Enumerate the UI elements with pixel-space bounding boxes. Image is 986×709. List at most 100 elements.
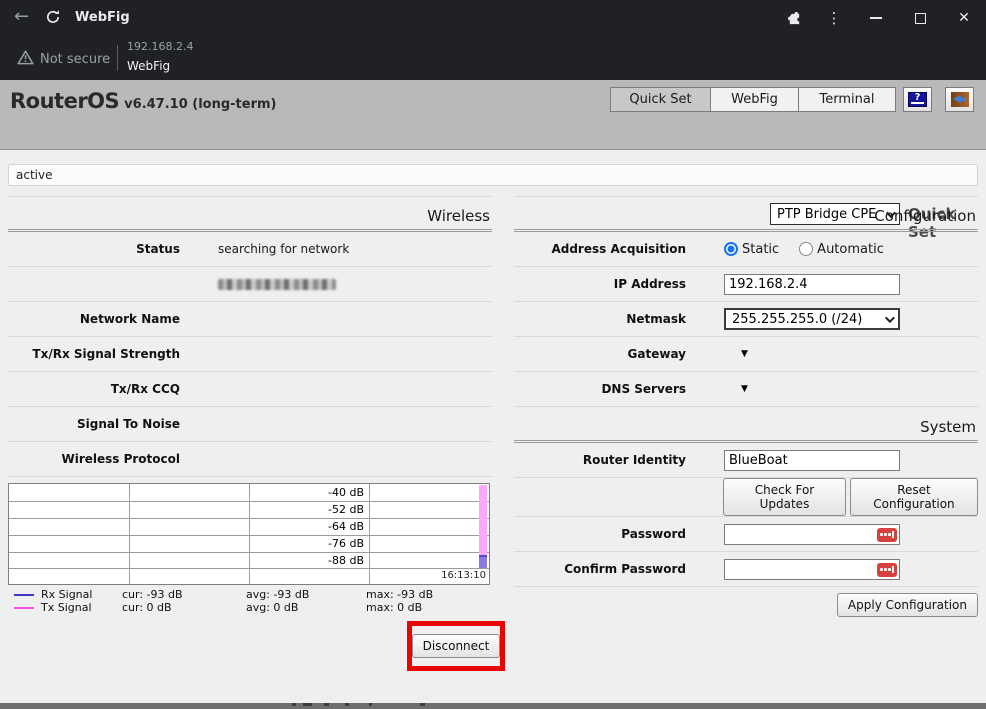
cutoff-footer-bar bbox=[0, 703, 986, 709]
signal-to-noise-label: Signal To Noise bbox=[8, 417, 180, 431]
tx-max: max: 0 dB bbox=[366, 601, 422, 614]
browser-chrome: ← WebFig ⋮ ✕ N bbox=[0, 0, 986, 80]
radio-option-static[interactable]: Static bbox=[724, 242, 779, 257]
status-label: Status bbox=[8, 242, 180, 256]
router-identity-row: Router Identity bbox=[514, 443, 978, 478]
radio-static[interactable] bbox=[724, 242, 738, 256]
time-axis-label: 16:13:10 bbox=[441, 570, 486, 581]
y-tick: -64 dB bbox=[328, 518, 364, 535]
disconnect-button[interactable]: Disconnect bbox=[412, 634, 501, 658]
rx-line-swatch bbox=[14, 594, 34, 596]
tab-webfig[interactable]: WebFig bbox=[710, 87, 799, 112]
signal-strength-chart: -40 dB -52 dB -64 dB -76 dB -88 dB 16:13… bbox=[8, 483, 490, 585]
password-input[interactable] bbox=[725, 525, 899, 544]
address-acquisition-label: Address Acquisition bbox=[514, 242, 686, 256]
dns-servers-label: DNS Servers bbox=[514, 382, 686, 396]
disconnect-area: Disconnect bbox=[8, 614, 492, 670]
brand-name: RouterOS bbox=[10, 89, 119, 113]
chevron-down-icon bbox=[885, 313, 895, 323]
signal-to-noise-row: Signal To Noise bbox=[8, 407, 492, 442]
status-value: searching for network bbox=[218, 242, 349, 256]
wireless-panel: Wireless Status searching for network Ne… bbox=[8, 196, 492, 670]
logout-button[interactable] bbox=[945, 87, 974, 112]
brand: RouterOSv6.47.10 (long-term) bbox=[10, 89, 277, 113]
router-identity-input[interactable] bbox=[724, 450, 900, 471]
configuration-panel: Configuration Address Acquisition Static… bbox=[514, 196, 978, 670]
password-manager-icon[interactable] bbox=[877, 563, 897, 577]
close-button[interactable]: ✕ bbox=[942, 0, 986, 36]
routeros-header: RouterOSv6.47.10 (long-term) Quick Set W… bbox=[0, 80, 986, 150]
expand-triangle-icon[interactable]: ▼ bbox=[741, 349, 748, 359]
radio-automatic[interactable] bbox=[799, 242, 813, 256]
wireless-protocol-label: Wireless Protocol bbox=[8, 452, 180, 466]
rx-series-name: Rx Signal bbox=[41, 588, 92, 601]
radio-automatic-label: Automatic bbox=[817, 242, 884, 257]
legend-row-rx: Rx Signal cur: -93 dB avg: -93 dB max: -… bbox=[8, 588, 492, 601]
axis-line bbox=[9, 568, 489, 569]
chart-legend: Rx Signal cur: -93 dB avg: -93 dB max: -… bbox=[8, 588, 492, 614]
help-button[interactable]: ? bbox=[903, 87, 932, 112]
grid-line bbox=[9, 501, 489, 502]
maximize-button[interactable] bbox=[898, 0, 942, 36]
dns-servers-row: DNS Servers ▼ bbox=[514, 372, 978, 407]
address-acquisition-row: Address Acquisition Static Automatic bbox=[514, 232, 978, 267]
redacted-value bbox=[218, 279, 336, 290]
network-name-label: Network Name bbox=[8, 312, 180, 326]
tab-quick-set[interactable]: Quick Set bbox=[610, 87, 711, 112]
netmask-select[interactable]: 255.255.255.0 (/24) bbox=[724, 308, 900, 330]
gateway-label: Gateway bbox=[514, 347, 686, 361]
radio-static-label: Static bbox=[742, 242, 779, 257]
security-status[interactable]: Not secure bbox=[40, 52, 110, 67]
confirm-password-input[interactable] bbox=[725, 560, 899, 579]
tx-cur: cur: 0 dB bbox=[122, 601, 246, 614]
menu-icon[interactable]: ⋮ bbox=[814, 0, 854, 36]
apply-configuration-button[interactable]: Apply Configuration bbox=[837, 593, 978, 617]
ip-address-label: IP Address bbox=[514, 277, 686, 291]
tab-terminal[interactable]: Terminal bbox=[798, 87, 896, 112]
tx-series-name: Tx Signal bbox=[41, 601, 92, 614]
ip-address-input[interactable] bbox=[724, 274, 900, 295]
view-tabs: Quick Set WebFig Terminal bbox=[611, 87, 896, 112]
grid-line bbox=[369, 484, 370, 584]
password-row: Password bbox=[514, 517, 978, 552]
wireless-section-title: Wireless bbox=[8, 196, 492, 232]
extensions-icon[interactable] bbox=[774, 0, 814, 36]
divider bbox=[117, 45, 118, 71]
refresh-icon[interactable] bbox=[45, 9, 61, 29]
radio-option-automatic[interactable]: Automatic bbox=[799, 242, 884, 257]
signal-strength-label: Tx/Rx Signal Strength bbox=[8, 347, 180, 361]
ccq-row: Tx/Rx CCQ bbox=[8, 372, 492, 407]
check-for-updates-button[interactable]: Check For Updates bbox=[723, 478, 846, 516]
expand-triangle-icon[interactable]: ▼ bbox=[741, 384, 748, 394]
router-identity-label: Router Identity bbox=[514, 453, 686, 467]
warning-icon bbox=[17, 50, 34, 69]
rx-cur: cur: -93 dB bbox=[122, 588, 246, 601]
confirm-password-row: Confirm Password bbox=[514, 552, 978, 587]
titlebar: ← WebFig ⋮ ✕ bbox=[0, 0, 986, 36]
y-tick: -52 dB bbox=[328, 501, 364, 518]
legend-row-tx: Tx Signal cur: 0 dB avg: 0 dB max: 0 dB bbox=[8, 601, 492, 614]
status-banner-text: active bbox=[16, 168, 52, 182]
configuration-section-title: Configuration bbox=[514, 196, 978, 232]
minimize-button[interactable] bbox=[854, 0, 898, 36]
gateway-row: Gateway ▼ bbox=[514, 337, 978, 372]
back-icon[interactable]: ← bbox=[14, 7, 29, 27]
tx-line-swatch bbox=[14, 607, 34, 609]
wireless-protocol-row: Wireless Protocol bbox=[8, 442, 492, 477]
reset-configuration-button[interactable]: Reset Configuration bbox=[850, 478, 978, 516]
infobar: Not secure 192.168.2.4 WebFig bbox=[0, 36, 986, 80]
grid-line bbox=[9, 518, 489, 519]
netmask-label: Netmask bbox=[514, 312, 686, 326]
signal-strength-row: Tx/Rx Signal Strength bbox=[8, 337, 492, 372]
tx-avg: avg: 0 dB bbox=[246, 601, 366, 614]
password-manager-icon[interactable] bbox=[877, 528, 897, 542]
url-host: 192.168.2.4 bbox=[127, 40, 193, 53]
status-banner: active bbox=[8, 164, 978, 186]
rx-max: max: -93 dB bbox=[366, 588, 433, 601]
annotation-highlight-box: Disconnect bbox=[407, 621, 505, 671]
main-content: active Wireless Status searching for net… bbox=[0, 150, 986, 670]
window-title: WebFig bbox=[75, 10, 130, 25]
grid-line bbox=[9, 552, 489, 553]
y-tick: -88 dB bbox=[328, 552, 364, 569]
y-tick: -40 dB bbox=[328, 484, 364, 501]
